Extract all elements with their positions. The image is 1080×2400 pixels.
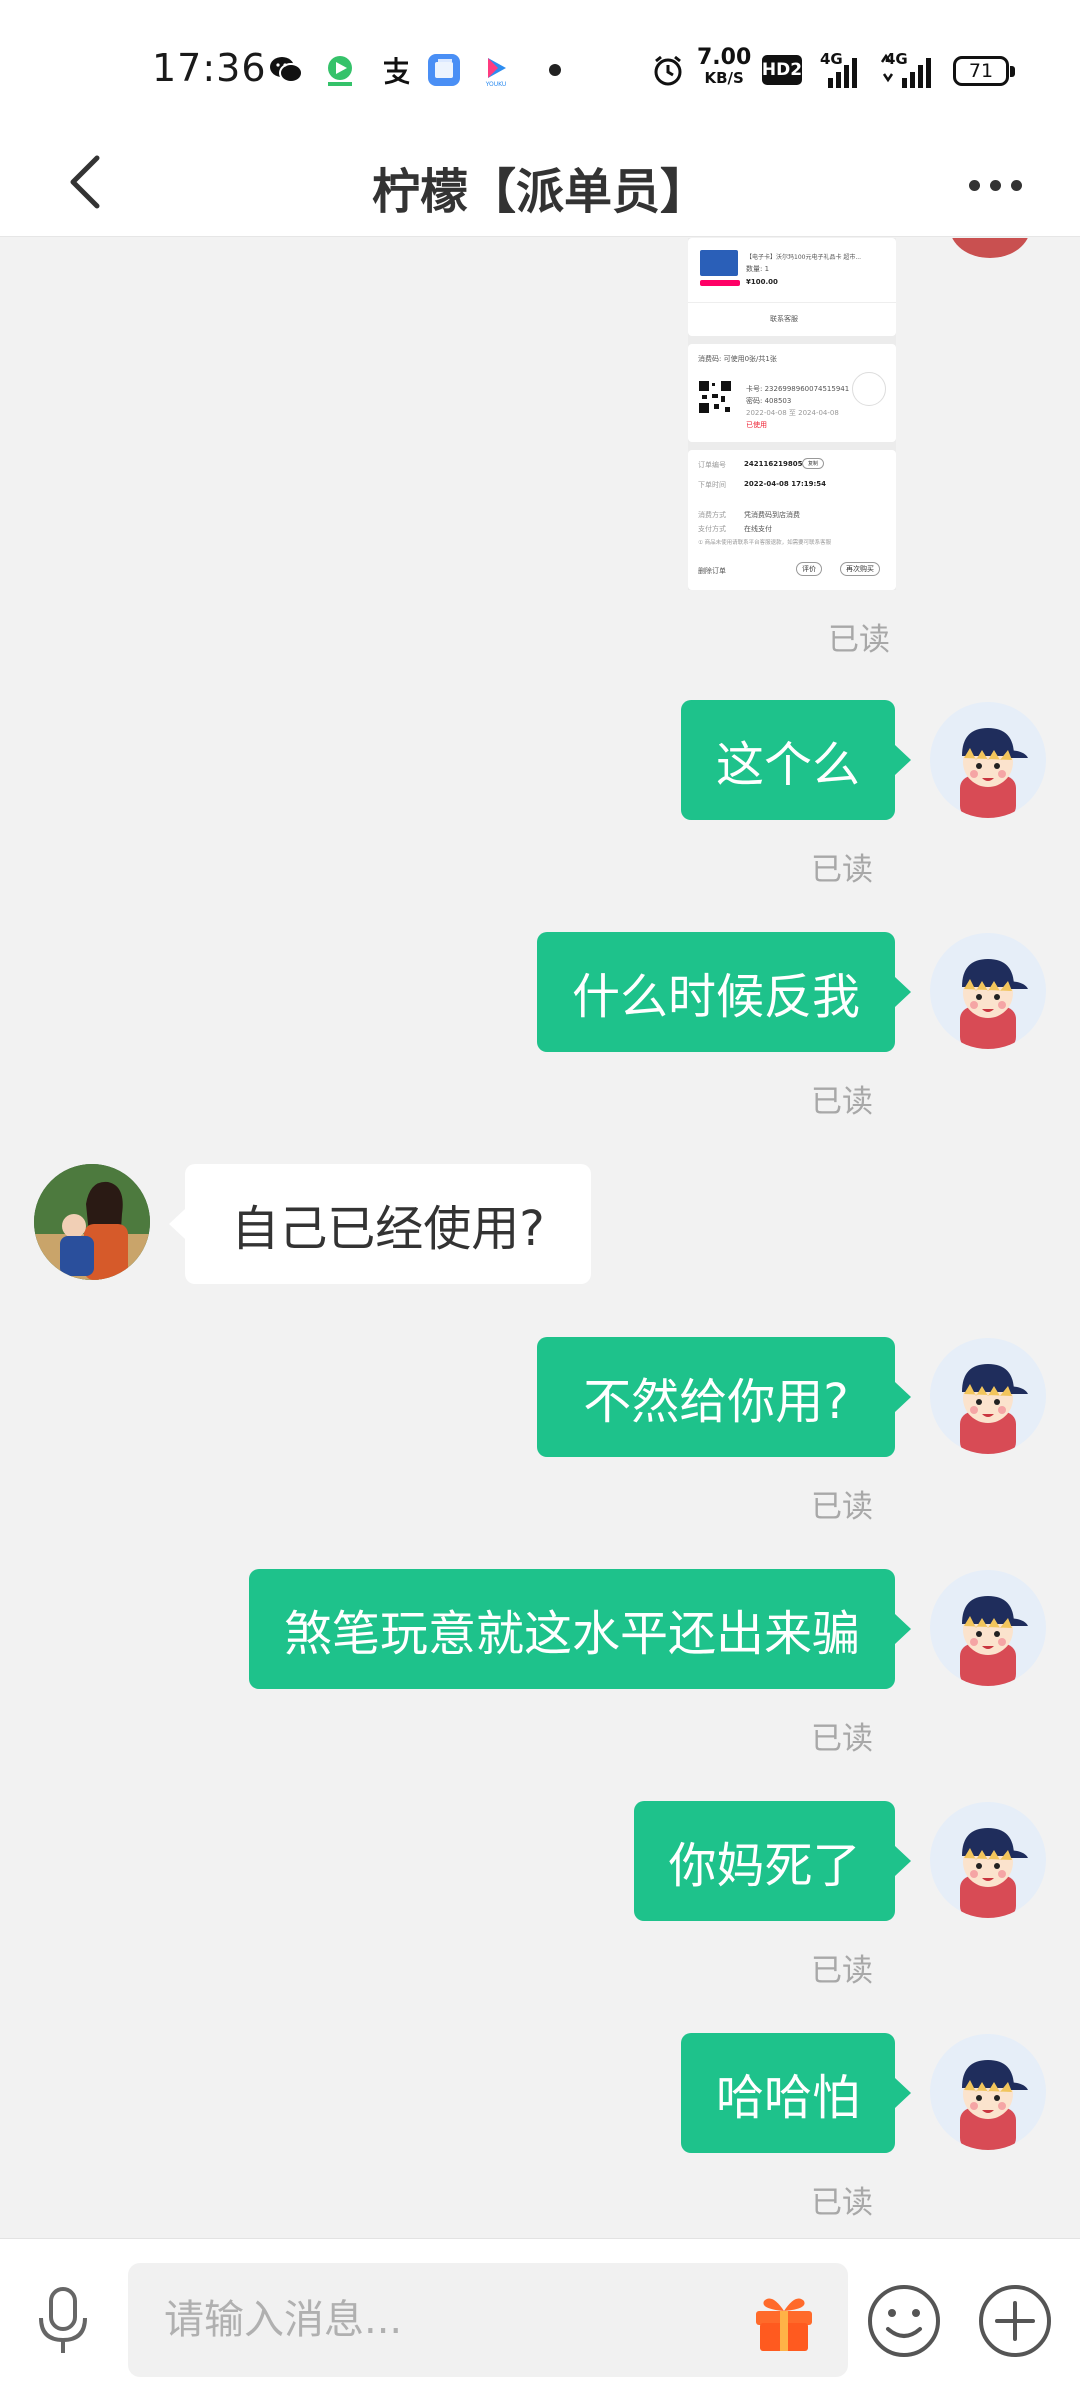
order-time-label: 下单时间 bbox=[698, 481, 726, 489]
read-receipt: 已读 bbox=[811, 852, 873, 888]
input-bar bbox=[0, 2238, 1080, 2400]
emoji-button[interactable] bbox=[864, 2281, 944, 2361]
qr-code-icon bbox=[698, 380, 732, 414]
alipay-icon bbox=[378, 52, 414, 88]
review-button: 评价 bbox=[796, 562, 822, 576]
outgoing-message-bubble[interactable]: 什么时候反我 bbox=[537, 932, 911, 1052]
alarm-icon bbox=[648, 50, 688, 90]
used-stamp-icon bbox=[852, 372, 886, 406]
pay-label: 支付方式 bbox=[698, 525, 726, 533]
delete-order: 删除订单 bbox=[698, 567, 726, 575]
read-receipt: 已读 bbox=[811, 1084, 873, 1120]
buy-again-button: 再次购买 bbox=[840, 562, 880, 576]
more-dot-icon bbox=[968, 179, 980, 191]
outgoing-message-bubble[interactable]: 你妈死了 bbox=[634, 1801, 911, 1921]
more-options-button[interactable] bbox=[955, 160, 1035, 210]
cartoon-boy-avatar-icon bbox=[960, 2060, 1028, 2150]
more-notifications-dot bbox=[549, 64, 561, 76]
card-password: 密码: 408503 bbox=[746, 397, 792, 405]
copy-button: 复制 bbox=[802, 458, 825, 469]
order-product-block: 【电子卡】沃尔玛100元电子礼品卡 超市... 数量: 1 ¥100.00 联系… bbox=[688, 238, 896, 336]
contact-avatar[interactable] bbox=[34, 1164, 150, 1280]
pay-value: 在线支付 bbox=[744, 525, 772, 533]
read-receipt: 已读 bbox=[811, 1489, 873, 1525]
self-avatar[interactable] bbox=[930, 1570, 1046, 1686]
iqiyi-icon bbox=[322, 52, 358, 88]
cartoon-boy-avatar-icon bbox=[960, 728, 1028, 818]
message-input[interactable] bbox=[128, 2263, 848, 2377]
gift-button[interactable] bbox=[752, 2289, 816, 2353]
cartoon-boy-avatar-icon bbox=[960, 1364, 1028, 1454]
order-notice: ① 商品未使用请联系平台客服退款，如需要可联系客服 bbox=[698, 540, 832, 546]
product-price: ¥100.00 bbox=[746, 278, 778, 286]
network-speed: 7.00 KB/S bbox=[697, 45, 752, 88]
read-receipt: 已读 bbox=[811, 1721, 873, 1757]
order-no-label: 订单编号 bbox=[698, 461, 726, 469]
chat-header: 柠檬【派单员】 bbox=[0, 130, 1080, 237]
self-avatar[interactable] bbox=[930, 2034, 1046, 2150]
contact-photo-icon bbox=[34, 1164, 150, 1280]
used-status: 已使用 bbox=[746, 421, 767, 429]
card-number: 卡号: 2326998960074515941 bbox=[746, 385, 850, 393]
self-avatar-partial bbox=[950, 238, 1030, 258]
read-receipt: 已读 bbox=[811, 2185, 873, 2221]
contact-seller: 联系客服 bbox=[770, 315, 798, 323]
consume-value: 凭消费码到店消费 bbox=[744, 511, 800, 519]
battery-icon: 71 bbox=[953, 56, 1009, 86]
cartoon-boy-avatar-icon bbox=[960, 1596, 1028, 1686]
order-detail-block: 订单编号 2421162198056 复制 下单时间 2022-04-08 17… bbox=[688, 450, 896, 590]
plus-icon bbox=[979, 2285, 1051, 2357]
more-dot-icon bbox=[1010, 179, 1022, 191]
badge-strip bbox=[700, 280, 740, 286]
status-bar: 17:36 YOUKU 7.00 KB/S HD2 4G 4G 71 bbox=[0, 0, 1080, 130]
consume-label: 消费方式 bbox=[698, 511, 726, 519]
microphone-icon bbox=[39, 2287, 87, 2353]
gift-card-thumbnail bbox=[700, 250, 738, 276]
shared-order-screenshot[interactable]: 【电子卡】沃尔玛100元电子礼品卡 超市... 数量: 1 ¥100.00 联系… bbox=[688, 238, 896, 590]
more-actions-button[interactable] bbox=[975, 2281, 1055, 2361]
hd-voice-badge: HD2 bbox=[762, 55, 802, 85]
product-quantity: 数量: 1 bbox=[746, 265, 770, 273]
smiley-icon bbox=[868, 2285, 940, 2357]
code-block: 消费码: 可使用0张/共1张 卡号: 2326998960074515941 密… bbox=[688, 344, 896, 442]
order-no: 2421162198056 bbox=[744, 460, 808, 468]
outgoing-message-bubble[interactable]: 这个么 bbox=[681, 700, 911, 820]
read-receipt: 已读 bbox=[811, 1953, 873, 1989]
battery-tip bbox=[1010, 66, 1015, 77]
cartoon-boy-avatar-icon bbox=[960, 1828, 1028, 1918]
read-receipt: 已读 bbox=[828, 622, 890, 658]
voice-input-button[interactable] bbox=[28, 2281, 98, 2361]
order-time: 2022-04-08 17:19:54 bbox=[744, 480, 827, 488]
product-line: 【电子卡】沃尔玛100元电子礼品卡 超市... bbox=[746, 254, 862, 261]
self-avatar[interactable] bbox=[930, 1802, 1046, 1918]
incoming-message-bubble[interactable]: 自己已经使用? bbox=[169, 1164, 591, 1284]
sim2-signal-icon bbox=[880, 53, 931, 88]
self-avatar[interactable] bbox=[930, 933, 1046, 1049]
card-validity: 2022-04-08 至 2024-04-08 bbox=[746, 409, 839, 417]
youku-icon: YOUKU bbox=[478, 52, 514, 88]
self-avatar[interactable] bbox=[930, 702, 1046, 818]
chat-title: 柠檬【派单员】 bbox=[371, 164, 708, 220]
code-label: 消费码: 可使用0张/共1张 bbox=[698, 355, 777, 363]
outgoing-message-bubble[interactable]: 哈哈怕 bbox=[681, 2033, 911, 2153]
status-time: 17:36 bbox=[152, 46, 267, 90]
more-dot-icon bbox=[989, 179, 1001, 191]
outgoing-message-bubble[interactable]: 煞笔玩意就这水平还出来骗 bbox=[249, 1569, 911, 1689]
gift-icon bbox=[756, 2298, 812, 2351]
svg-text:YOUKU: YOUKU bbox=[485, 81, 507, 88]
outgoing-message-bubble[interactable]: 不然给你用? bbox=[537, 1337, 911, 1457]
multitask-icon bbox=[426, 52, 462, 88]
sim1-signal-icon bbox=[828, 58, 857, 88]
cartoon-boy-avatar-icon bbox=[960, 959, 1028, 1049]
self-avatar[interactable] bbox=[930, 1338, 1046, 1454]
message-list[interactable]: 【电子卡】沃尔玛100元电子礼品卡 超市... 数量: 1 ¥100.00 联系… bbox=[0, 238, 1080, 2238]
wechat-icon bbox=[268, 52, 304, 88]
